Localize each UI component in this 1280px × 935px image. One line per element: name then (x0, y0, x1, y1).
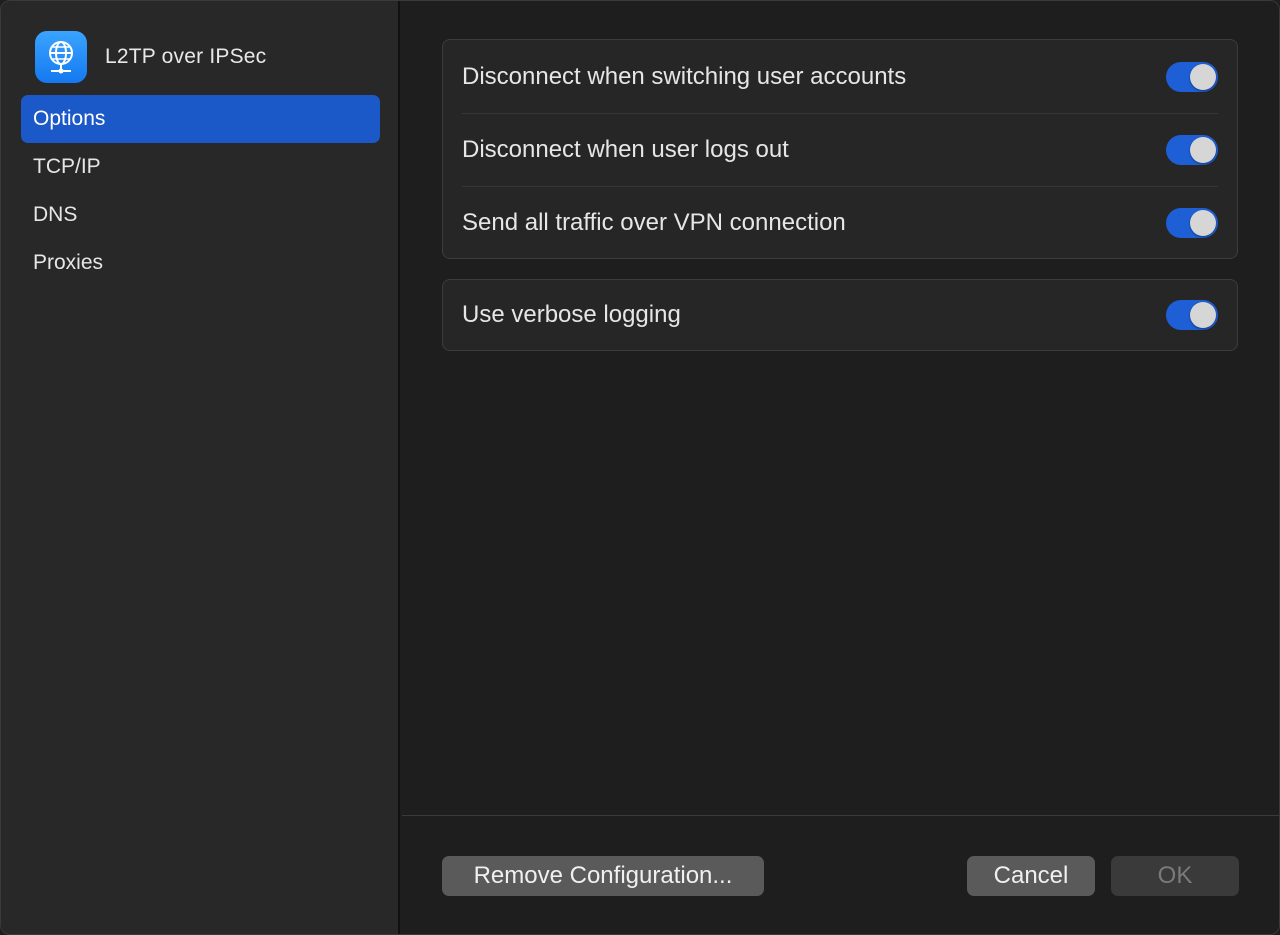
toggle-knob (1190, 136, 1216, 163)
setting-row: Use verbose logging (443, 280, 1237, 350)
disconnect-logout-label: Disconnect when user logs out (462, 135, 789, 163)
toggle-knob (1190, 209, 1216, 236)
sidebar: L2TP over IPSec Options TCP/IP DNS Proxi… (1, 1, 400, 934)
cancel-button[interactable]: Cancel (967, 856, 1095, 896)
setting-row: Disconnect when user logs out (443, 113, 1237, 186)
disconnect-switching-users-label: Disconnect when switching user accounts (462, 62, 907, 90)
setting-row: Send all traffic over VPN connection (443, 186, 1237, 259)
remove-configuration-button[interactable]: Remove Configuration... (442, 856, 764, 896)
sidebar-nav: Options TCP/IP DNS Proxies (21, 95, 380, 287)
verbose-logging-toggle[interactable] (1166, 300, 1218, 330)
app-title: L2TP over IPSec (105, 45, 267, 68)
ok-button[interactable]: OK (1111, 856, 1239, 896)
vpn-settings-window: L2TP over IPSec Options TCP/IP DNS Proxi… (0, 0, 1280, 935)
globe-network-icon (35, 31, 87, 83)
toggle-knob (1190, 302, 1216, 328)
connection-options-group: Disconnect when switching user accounts … (442, 39, 1238, 259)
sidebar-item-proxies[interactable]: Proxies (21, 239, 380, 287)
send-all-traffic-label: Send all traffic over VPN connection (462, 208, 846, 236)
verbose-logging-label: Use verbose logging (462, 301, 681, 328)
options-pane: Disconnect when switching user accounts … (402, 1, 1279, 934)
sidebar-item-options[interactable]: Options (21, 95, 380, 143)
setting-row: Disconnect when switching user accounts (443, 40, 1237, 113)
disconnect-logout-toggle[interactable] (1166, 134, 1218, 165)
sidebar-item-dns[interactable]: DNS (21, 191, 380, 239)
sidebar-item-tcp-ip[interactable]: TCP/IP (21, 143, 380, 191)
disconnect-switching-users-toggle[interactable] (1166, 61, 1218, 92)
footer-divider (402, 815, 1279, 816)
toggle-knob (1190, 63, 1216, 90)
logging-options-group: Use verbose logging (442, 279, 1238, 351)
send-all-traffic-toggle[interactable] (1166, 207, 1218, 238)
app-header: L2TP over IPSec (35, 31, 266, 83)
